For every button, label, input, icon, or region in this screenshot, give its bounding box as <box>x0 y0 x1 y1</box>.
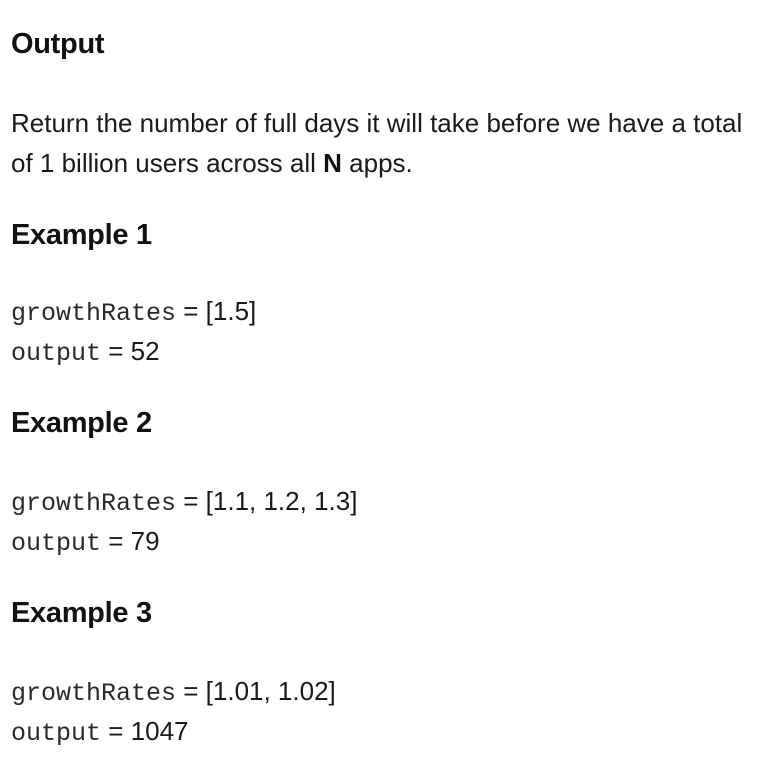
example-3-input: growthRates = [1.01, 1.02] <box>11 671 336 714</box>
example-1-heading: Example 1 <box>11 219 152 251</box>
output-heading: Output <box>11 28 105 60</box>
output-description-tail: apps. <box>341 148 413 178</box>
example-1-output: output = 52 <box>11 331 160 374</box>
example-2-output-value: = 79 <box>101 526 160 556</box>
example-2-input-name: growthRates <box>11 489 177 518</box>
example-3-heading: Example 3 <box>11 597 152 629</box>
example-1-output-value: = 52 <box>101 336 160 366</box>
apps-count-variable: N <box>323 148 342 178</box>
example-2-input: growthRates = [1.1, 1.2, 1.3] <box>11 481 357 524</box>
output-description: Return the number of full days it will t… <box>11 103 751 183</box>
example-1-output-name: output <box>11 339 102 368</box>
example-3-output: output = 1047 <box>11 711 189 754</box>
example-1-input-name: growthRates <box>11 299 177 328</box>
problem-statement: Output Return the number of full days it… <box>0 0 784 772</box>
example-3-output-value: = 1047 <box>101 716 189 746</box>
example-3-input-value: = [1.01, 1.02] <box>176 676 336 706</box>
example-1-input: growthRates = [1.5] <box>11 291 256 334</box>
example-1-input-value: = [1.5] <box>176 296 257 326</box>
example-2-output-name: output <box>11 529 102 558</box>
example-3-input-name: growthRates <box>11 679 177 708</box>
example-2-input-value: = [1.1, 1.2, 1.3] <box>176 486 358 516</box>
example-2-heading: Example 2 <box>11 407 152 439</box>
example-2-output: output = 79 <box>11 521 160 564</box>
example-3-output-name: output <box>11 719 102 748</box>
